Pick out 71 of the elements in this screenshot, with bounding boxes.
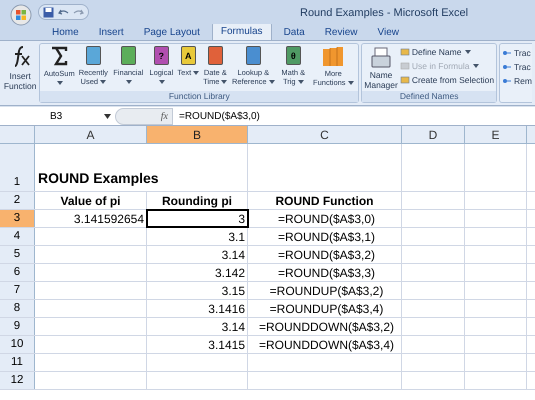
ribbon-tab[interactable]: Page Layout bbox=[136, 24, 208, 40]
table-cell: Rounding pi bbox=[147, 192, 248, 209]
formula-field[interactable]: =ROUND($A$3,0) bbox=[179, 108, 260, 124]
table-cell: ROUND Function bbox=[248, 192, 402, 209]
column-header[interactable]: C bbox=[248, 126, 402, 143]
card-file-icon bbox=[369, 46, 394, 70]
row-header[interactable]: 8 bbox=[0, 300, 35, 317]
table-cell: =ROUNDUP($A$3,2) bbox=[248, 282, 402, 299]
table-cell: 3 bbox=[147, 210, 248, 227]
table-cell: Value of pi bbox=[35, 192, 147, 209]
column-header[interactable]: B bbox=[147, 126, 248, 143]
table-cell: =ROUNDDOWN($A$3,2) bbox=[248, 318, 402, 335]
tag-icon bbox=[400, 61, 410, 71]
ribbon-tab[interactable]: Data bbox=[276, 24, 313, 40]
table-cell: 3.141592654 bbox=[35, 210, 147, 227]
table-cell: 3.14 bbox=[147, 246, 248, 263]
table-cell: =ROUND($A$3,2) bbox=[248, 246, 402, 263]
ribbon-tab[interactable]: Insert bbox=[90, 24, 132, 40]
row-header[interactable]: 3 bbox=[0, 210, 35, 227]
name-manager-button[interactable]: Name Manager bbox=[364, 44, 398, 91]
table-cell: 3.1415 bbox=[147, 336, 248, 353]
table-cell: =ROUND($A$3,0) bbox=[248, 210, 402, 227]
group-title: Function Library bbox=[40, 91, 358, 102]
table-cell: 3.1416 bbox=[147, 300, 248, 317]
ribbon-button[interactable]: Create from Selection bbox=[400, 74, 494, 86]
book-icon: A bbox=[180, 46, 196, 65]
ribbon-tab[interactable]: Home bbox=[44, 24, 87, 40]
ribbon-button[interactable]: Rem bbox=[502, 75, 532, 87]
insert-function-button[interactable]: Insert Function bbox=[3, 43, 38, 103]
arrow-icon bbox=[502, 48, 512, 58]
ribbon-button[interactable]: Trac bbox=[502, 47, 532, 59]
table-cell: =ROUND($A$3,3) bbox=[248, 264, 402, 281]
arrow-icon bbox=[502, 76, 512, 86]
row-header[interactable]: 1 bbox=[0, 144, 35, 191]
window-title: Round Examples - Microsoft Excel bbox=[300, 6, 468, 21]
ribbon-button[interactable]: Define Name bbox=[400, 46, 494, 58]
dropdown-icon[interactable] bbox=[104, 114, 111, 118]
table-cell: 3.1 bbox=[147, 228, 248, 245]
table-cell: ROUND Examples bbox=[35, 144, 248, 191]
row-header[interactable]: 9 bbox=[0, 318, 35, 335]
save-icon[interactable] bbox=[43, 6, 54, 18]
row-header[interactable]: 5 bbox=[0, 246, 35, 263]
table-cell: 3.142 bbox=[147, 264, 248, 281]
column-header[interactable]: E bbox=[465, 126, 527, 143]
tag-icon bbox=[400, 47, 410, 57]
row-header[interactable]: 10 bbox=[0, 336, 35, 353]
sigma-icon bbox=[49, 45, 70, 67]
books-icon bbox=[321, 45, 346, 67]
table-cell: =ROUNDDOWN($A$3,4) bbox=[248, 336, 402, 353]
table-cell: =ROUND($A$3,1) bbox=[248, 228, 402, 245]
row-header[interactable]: 12 bbox=[0, 372, 35, 389]
arrow-icon bbox=[502, 62, 512, 72]
book-icon: θ bbox=[286, 46, 301, 65]
ribbon-tab[interactable]: Review bbox=[316, 24, 366, 40]
table-cell: 3.15 bbox=[147, 282, 248, 299]
ribbon-tab[interactable]: View bbox=[369, 24, 407, 40]
row-header[interactable]: 2 bbox=[0, 192, 35, 209]
ribbon-button[interactable]: Trac bbox=[502, 61, 532, 73]
row-header[interactable]: 7 bbox=[0, 282, 35, 299]
tag-icon bbox=[400, 75, 410, 85]
insert-function-button[interactable]: fx bbox=[160, 108, 168, 124]
book-icon: ? bbox=[154, 46, 169, 65]
group-title: Defined Names bbox=[362, 91, 496, 102]
column-header[interactable]: D bbox=[402, 126, 465, 143]
row-header[interactable]: 4 bbox=[0, 228, 35, 245]
table-cell: =ROUNDUP($A$3,4) bbox=[248, 300, 402, 317]
name-box[interactable]: B3 bbox=[0, 106, 115, 126]
row-header[interactable]: 6 bbox=[0, 264, 35, 281]
office-button[interactable] bbox=[10, 4, 32, 26]
row-header[interactable]: 11 bbox=[0, 354, 35, 371]
table-cell: 3.14 bbox=[147, 318, 248, 335]
